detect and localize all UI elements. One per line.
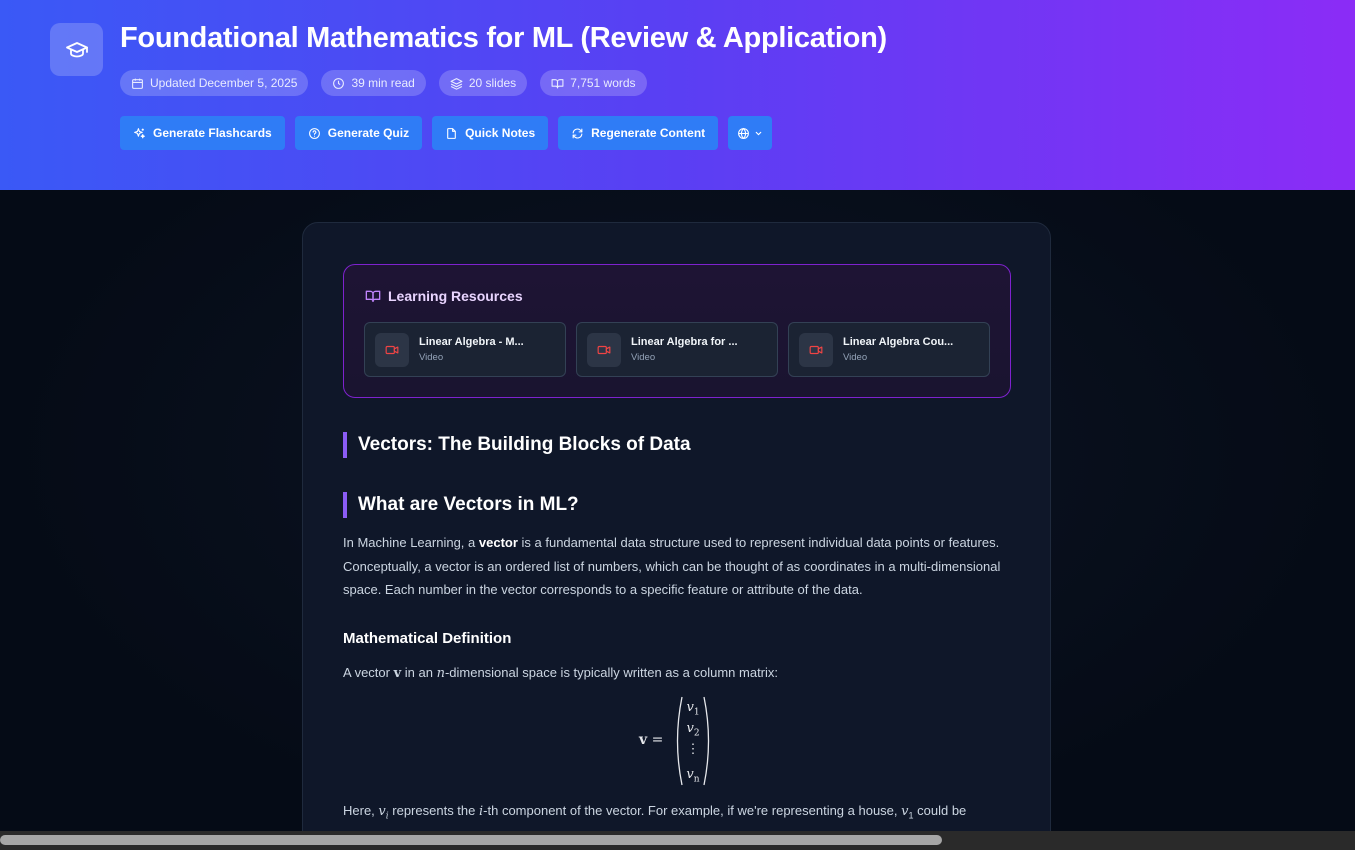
matrix-entry-sub: 1 [693, 707, 700, 718]
matrix-entry: v2 [673, 721, 713, 739]
resource-name: Linear Algebra - M... [419, 336, 524, 348]
scrollbar-thumb[interactable] [0, 835, 942, 845]
resource-name: Linear Algebra Cou... [843, 336, 954, 348]
def-text-mid: in an [401, 665, 437, 680]
generate-flashcards-label: Generate Flashcards [153, 126, 272, 140]
subsection-heading: What are Vectors in ML? [343, 492, 579, 518]
resource-item[interactable]: Linear Algebra for ... Video [576, 322, 778, 377]
layers-icon [450, 77, 463, 90]
equation-vector: v [639, 732, 648, 748]
generate-quiz-button[interactable]: Generate Quiz [294, 116, 423, 150]
generate-quiz-label: Generate Quiz [327, 126, 410, 140]
quick-notes-label: Quick Notes [465, 126, 536, 140]
clock-icon [333, 77, 345, 89]
words-pill: 7,751 words [540, 70, 647, 96]
here-text-end: could be [913, 803, 967, 818]
graduation-cap-icon [50, 23, 103, 76]
updated-pill: Updated December 5, 2025 [120, 70, 309, 96]
def-text-pre: A vector [343, 665, 394, 680]
matrix-entry-var: v [686, 767, 694, 782]
regenerate-content-button[interactable]: Regenerate Content [558, 116, 719, 150]
read-time-pill: 39 min read [321, 70, 426, 96]
matrix-entry-var: v [686, 700, 694, 715]
calendar-icon [132, 78, 143, 89]
intro-paragraph: In Machine Learning, a vector is a funda… [343, 531, 1013, 602]
matrix-entry: ⋮ [673, 742, 713, 760]
vi-symbol: v [378, 804, 386, 819]
action-toolbar: Generate Flashcards Generate Quiz Quick … [120, 116, 773, 150]
definition-paragraph: A vector v in an n-dimensional space is … [343, 661, 1013, 686]
book-icon [551, 78, 564, 88]
video-icon [587, 332, 621, 367]
video-icon [375, 332, 409, 367]
file-icon [447, 127, 456, 139]
book-open-icon [365, 290, 381, 302]
resource-item[interactable]: Linear Algebra - M... Video [364, 322, 566, 377]
page-title: Foundational Mathematics for ML (Review … [120, 22, 887, 54]
equation-equals: = [647, 732, 664, 748]
here-text-mid: represents the [388, 803, 479, 818]
component-paragraph: Here, vi represents the i-th component o… [343, 799, 1013, 829]
column-matrix: v1 v2 ⋮ vn [673, 695, 713, 787]
resource-type: Video [631, 352, 656, 363]
regenerate-content-label: Regenerate Content [591, 126, 706, 140]
resource-name: Linear Algebra for ... [631, 336, 738, 348]
slides-text: 20 slides [468, 76, 517, 90]
updated-text: Updated December 5, 2025 [150, 76, 298, 90]
vector-equation: v = v1 v2 ⋮ vn [303, 695, 1052, 787]
resources-list: Linear Algebra - M... Video Linear Algeb… [364, 322, 990, 377]
help-circle-icon [308, 127, 320, 139]
intro-text-bold: vector [478, 535, 518, 550]
content-card: Learning Resources Linear Algebra - M...… [302, 222, 1051, 850]
quick-notes-button[interactable]: Quick Notes [432, 116, 549, 150]
resource-type: Video [419, 352, 444, 363]
matrix-entry-sub: 2 [693, 728, 700, 739]
n-symbol: n [436, 666, 445, 681]
v1-symbol: v [901, 804, 909, 819]
vector-symbol: v [393, 666, 402, 681]
matrix-entry-var: v [686, 721, 694, 736]
here-text-post: -th component of the vector. For example… [483, 803, 902, 818]
def-text-post: -dimensional space is typically written … [444, 665, 779, 680]
globe-icon [738, 127, 750, 139]
video-icon [799, 332, 833, 367]
meta-row: Updated December 5, 2025 39 min read 20 … [120, 70, 647, 96]
resource-item[interactable]: Linear Algebra Cou... Video [788, 322, 990, 377]
learning-resources-panel: Learning Resources Linear Algebra - M...… [343, 264, 1011, 398]
chevron-down-icon [755, 131, 762, 135]
matrix-entry-sub: n [693, 774, 700, 785]
equation-lhs: v = [639, 732, 663, 748]
horizontal-scrollbar[interactable] [0, 831, 1355, 850]
slides-pill: 20 slides [438, 70, 528, 96]
matrix-entry: v1 [673, 700, 713, 718]
read-time-text: 39 min read [351, 76, 415, 90]
resources-header: Learning Resources [365, 288, 523, 304]
definition-heading: Mathematical Definition [343, 630, 512, 647]
refresh-icon [572, 128, 583, 138]
generate-flashcards-button[interactable]: Generate Flashcards [120, 116, 285, 150]
sparkles-icon [134, 127, 145, 138]
resource-type: Video [843, 352, 868, 363]
matrix-entry-var: ⋮ [686, 742, 700, 757]
words-text: 7,751 words [570, 76, 636, 90]
intro-text-pre: In Machine Learning, a [343, 535, 479, 550]
course-header: Foundational Mathematics for ML (Review … [0, 0, 1355, 190]
resources-title: Learning Resources [388, 288, 523, 304]
matrix-entry: vn [673, 767, 713, 785]
language-dropdown[interactable] [728, 116, 773, 150]
here-text-pre: Here, [343, 803, 379, 818]
section-heading: Vectors: The Building Blocks of Data [343, 432, 691, 458]
